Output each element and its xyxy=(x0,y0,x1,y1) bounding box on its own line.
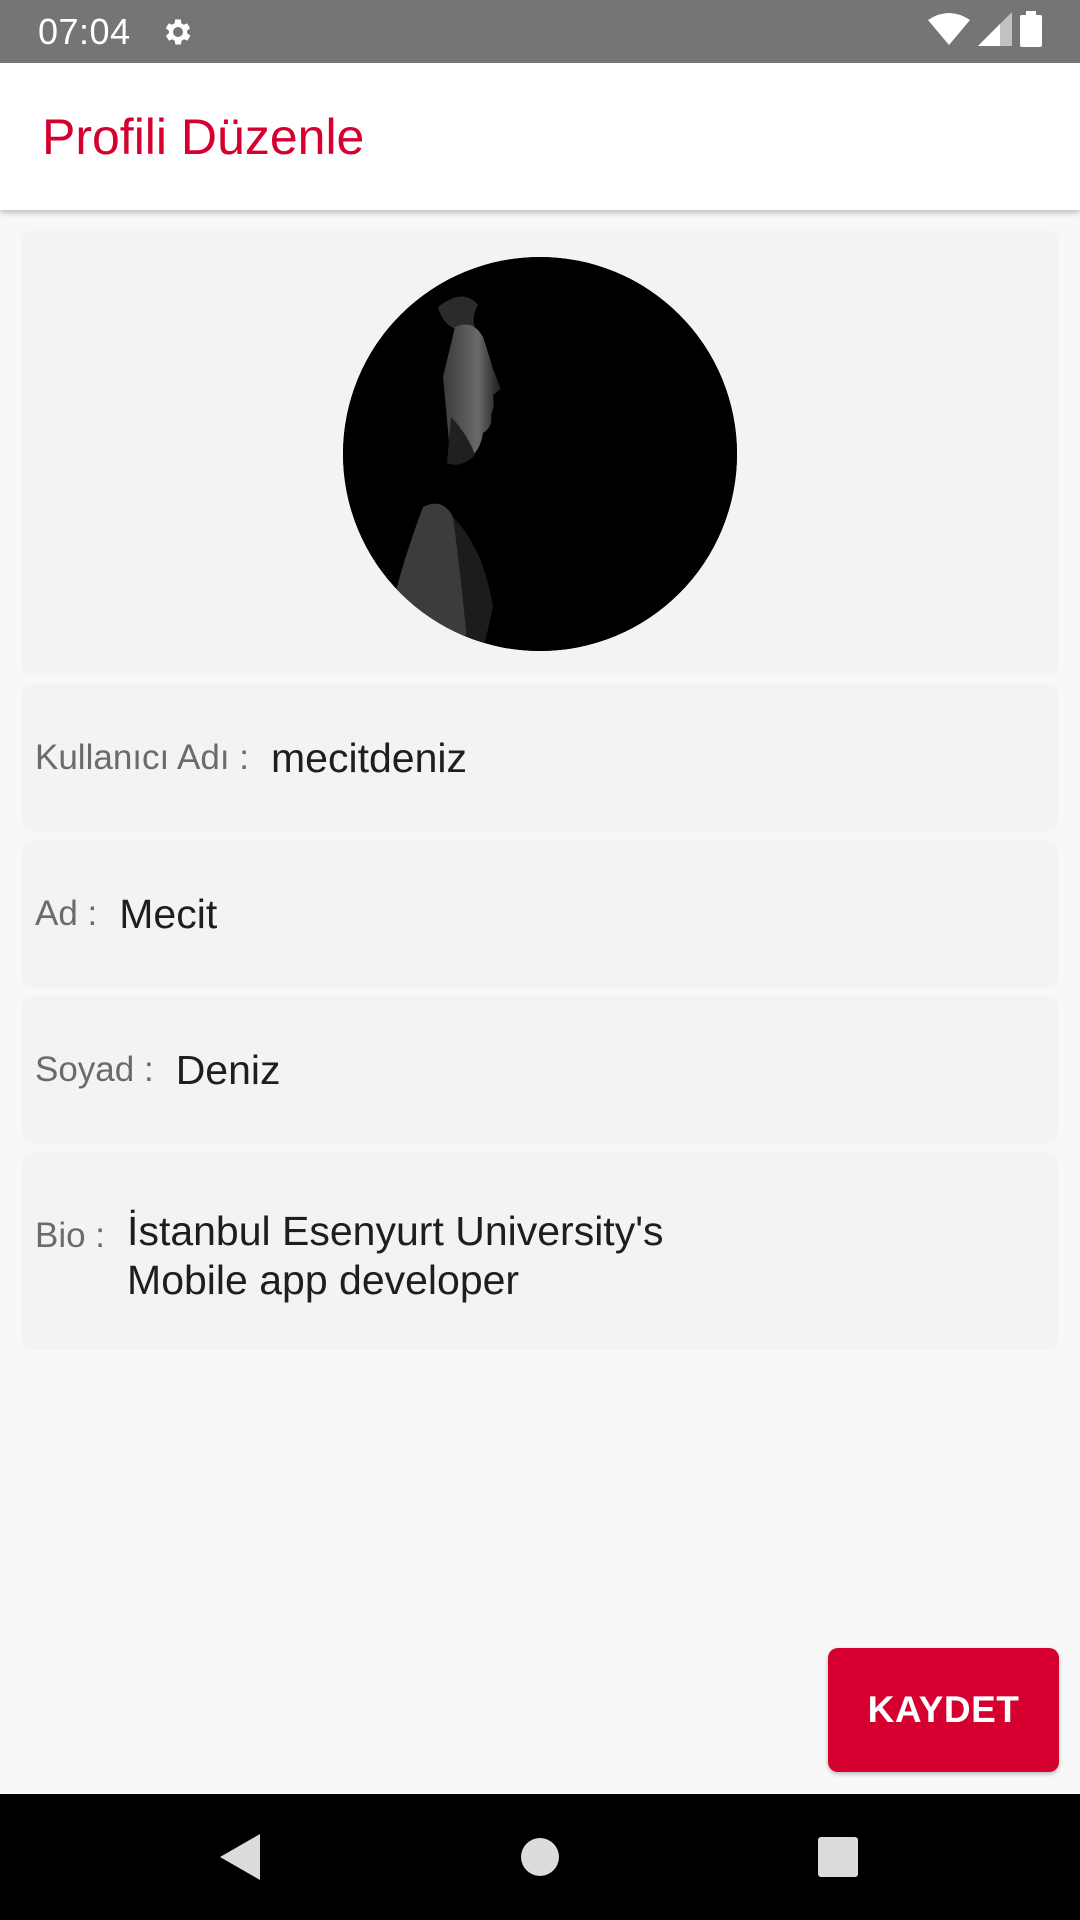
username-label: Kullanıcı Adı : xyxy=(35,738,250,777)
status-time: 07:04 xyxy=(38,10,131,52)
app-bar: Profili Düzenle xyxy=(0,63,1080,210)
bio-line: İstanbul Esenyurt University's xyxy=(127,1208,664,1254)
username-field[interactable]: Kullanıcı Adı : mecitdeniz xyxy=(21,684,1059,832)
cell-signal-icon xyxy=(978,12,1012,51)
surname-label: Soyad : xyxy=(35,1050,154,1089)
navigation-bar xyxy=(0,1794,1080,1920)
status-bar: 07:04 xyxy=(0,0,1080,63)
recents-icon[interactable] xyxy=(798,1794,878,1920)
surname-field[interactable]: Soyad : Deniz xyxy=(21,996,1059,1144)
gear-icon xyxy=(161,14,197,50)
name-field[interactable]: Ad : Mecit xyxy=(21,840,1059,988)
bio-value[interactable]: İstanbul Esenyurt University's Mobile ap… xyxy=(127,1207,663,1305)
name-value[interactable]: Mecit xyxy=(119,891,217,938)
save-button[interactable]: KAYDET xyxy=(828,1648,1059,1772)
wifi-icon xyxy=(928,12,970,51)
status-icons xyxy=(928,11,1042,52)
username-value[interactable]: mecitdeniz xyxy=(271,735,467,782)
bio-label: Bio : xyxy=(35,1216,106,1255)
battery-icon xyxy=(1020,11,1042,52)
surname-value[interactable]: Deniz xyxy=(176,1047,281,1094)
bio-field[interactable]: Bio : İstanbul Esenyurt University's Mob… xyxy=(21,1152,1059,1350)
profile-photo[interactable] xyxy=(343,257,737,651)
avatar-card xyxy=(21,231,1059,675)
page-title: Profili Düzenle xyxy=(42,108,365,165)
home-icon[interactable] xyxy=(500,1794,580,1920)
name-label: Ad : xyxy=(35,894,98,933)
back-icon[interactable] xyxy=(200,1794,280,1920)
bio-line: Mobile app developer xyxy=(127,1257,520,1303)
